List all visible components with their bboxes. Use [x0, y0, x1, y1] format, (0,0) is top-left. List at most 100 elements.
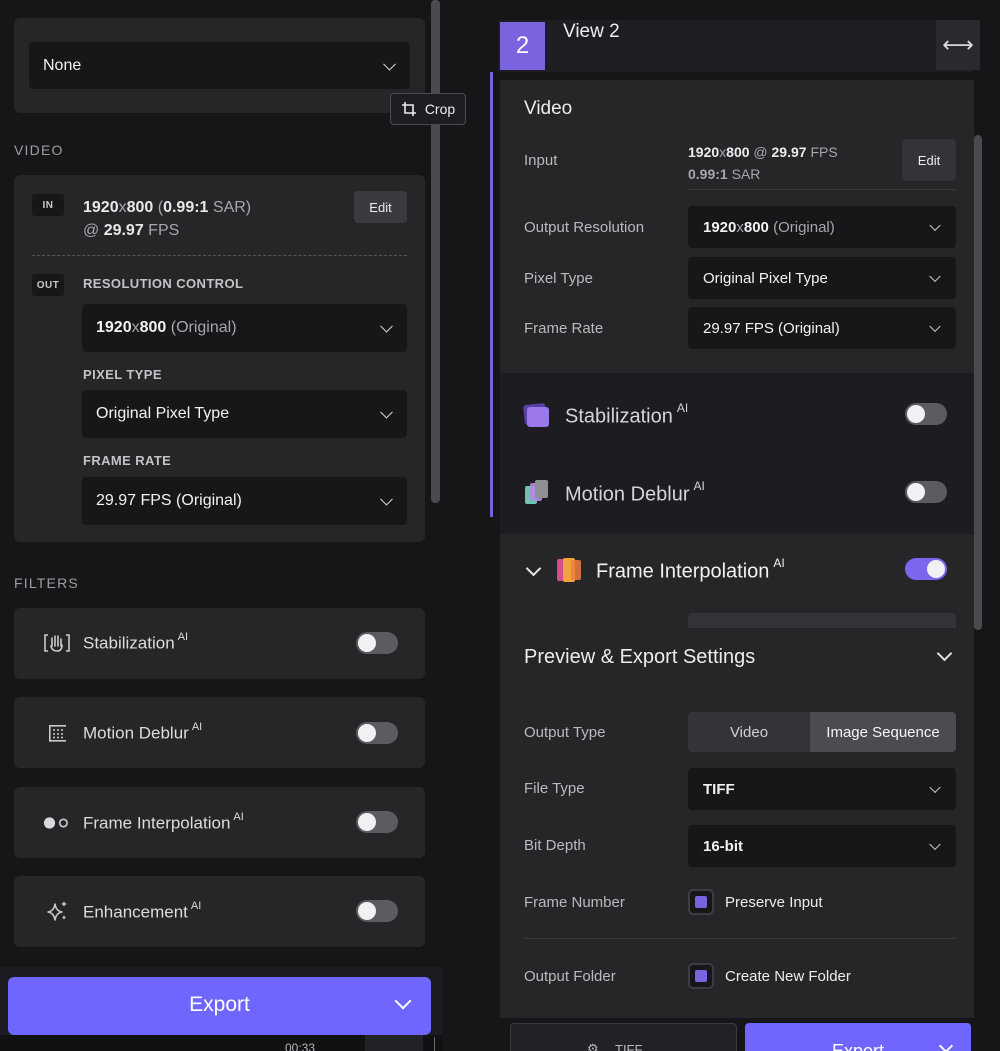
- export-button-right[interactable]: Export: [745, 1023, 971, 1051]
- input-fps-at: @: [749, 144, 772, 160]
- ai-badge: AI: [676, 401, 689, 415]
- output-x: x: [736, 218, 744, 236]
- output-type-label: Output Type: [524, 724, 606, 741]
- filter-name: Enhancement AI: [83, 900, 202, 923]
- output-type-image-sequence[interactable]: Image Sequence: [810, 712, 956, 752]
- export-button-label: Export: [189, 993, 250, 1016]
- frame-rate-dropdown[interactable]: 29.97 FPS (Original): [82, 477, 407, 525]
- view-accent-line: [490, 72, 493, 517]
- input-sar: 0.99:1: [688, 166, 728, 182]
- filter-label: Motion Deblur: [565, 483, 690, 506]
- right-scrollbar[interactable]: [974, 135, 982, 630]
- chevron-down-icon: [929, 270, 941, 283]
- output-type-video[interactable]: Video: [688, 712, 810, 752]
- resolution-value: 1920x800 (Original): [96, 319, 237, 337]
- stabilization-app-icon: [523, 403, 549, 427]
- export-label: Export: [831, 1041, 885, 1051]
- frame-rate-dropdown[interactable]: 29.97 FPS (Original): [688, 307, 956, 349]
- ai-badge: AI: [233, 811, 244, 823]
- preserve-input-label: Preserve Input: [725, 894, 823, 911]
- filter-card-enhancement: Enhancement AI: [14, 876, 425, 947]
- input-fps-at: @: [83, 222, 104, 239]
- output-suffix: (Original): [768, 218, 835, 236]
- output-folder-label: Output Folder: [524, 968, 616, 985]
- export-button[interactable]: Export: [8, 977, 431, 1035]
- left-scrollbar[interactable]: [431, 0, 440, 503]
- resolution-suffix: (Original): [166, 319, 237, 336]
- preset-dropdown[interactable]: None: [29, 42, 410, 89]
- create-new-folder-checkbox[interactable]: [688, 963, 714, 989]
- filter-label: Stabilization: [565, 405, 673, 428]
- expand-icon[interactable]: ⟷: [936, 20, 980, 70]
- pixel-type-value: Original Pixel Type: [703, 269, 828, 287]
- sparkle-icon: [44, 898, 70, 924]
- input-width: 1920: [83, 199, 119, 216]
- preset-dropdown-value: None: [43, 56, 82, 74]
- filter-label: Motion Deblur: [83, 723, 189, 743]
- filter-name: Stabilization AI: [565, 401, 689, 429]
- create-new-folder-label: Create New Folder: [725, 968, 851, 985]
- frame-interpolation-toggle[interactable]: [905, 558, 947, 580]
- resolution-dropdown[interactable]: 1920x800 (Original): [82, 304, 407, 352]
- stabilization-toggle[interactable]: [356, 632, 398, 654]
- file-type-value: TIFF: [703, 780, 735, 798]
- input-fps: 29.97: [771, 144, 807, 160]
- input-height: 800: [126, 199, 154, 216]
- stabilization-toggle[interactable]: [905, 403, 947, 425]
- filter-name: Motion Deblur AI: [565, 479, 705, 507]
- input-sar-unit: SAR): [208, 199, 252, 216]
- timeline-time: 00:33: [285, 1041, 316, 1051]
- timeline-playhead[interactable]: [434, 1037, 435, 1051]
- input-fps-unit: FPS: [143, 222, 180, 239]
- gear-icon: ⚙: [587, 1041, 599, 1051]
- frame-interpolation-app-icon: [557, 558, 581, 582]
- left-panel: None VIDEO IN 1920x800 (0.99:1 SAR) @ 29…: [0, 0, 443, 1051]
- frame-rate-value: 29.97 FPS (Original): [703, 319, 840, 337]
- video-section-heading: VIDEO: [14, 142, 64, 158]
- preset-card: None: [14, 18, 425, 113]
- enhancement-toggle[interactable]: [356, 900, 398, 922]
- partial-dropdown[interactable]: [688, 613, 956, 628]
- input-sar: 0.99:1: [163, 199, 209, 216]
- in-tag: IN: [32, 194, 64, 216]
- frame-interpolation-icon: [43, 810, 69, 836]
- ai-badge: AI: [693, 479, 705, 493]
- chevron-down-icon: [929, 781, 941, 794]
- frame-number-label: Frame Number: [524, 894, 625, 911]
- input-height: 800: [726, 144, 750, 160]
- filter-name: Frame Interpolation AI: [83, 811, 244, 834]
- pixel-type-dropdown[interactable]: Original Pixel Type: [688, 257, 956, 299]
- file-type-dropdown[interactable]: TIFF: [688, 768, 956, 810]
- filter-card-frame-interpolation: Frame Interpolation AI: [14, 787, 425, 858]
- output-resolution-dropdown[interactable]: 1920x800 (Original): [688, 206, 956, 248]
- crop-icon: [401, 102, 416, 116]
- format-button[interactable]: ⚙ TIFF: [510, 1023, 737, 1051]
- motion-deblur-toggle[interactable]: [905, 481, 947, 503]
- pixel-type-dropdown[interactable]: Original Pixel Type: [82, 390, 407, 438]
- filter-name: Motion Deblur AI: [83, 721, 202, 744]
- input-fps: 29.97: [103, 222, 144, 239]
- pixel-type-label: Pixel Type: [524, 270, 593, 287]
- timeline-block: [365, 1035, 423, 1051]
- bit-depth-value: 16-bit: [703, 837, 744, 855]
- ai-badge: AI: [190, 900, 202, 912]
- bit-depth-dropdown[interactable]: 16-bit: [688, 825, 956, 867]
- frame-rate-value: 29.97 FPS (Original): [96, 492, 242, 509]
- frame-interpolation-toggle[interactable]: [356, 811, 398, 833]
- edit-input-button[interactable]: Edit: [902, 139, 956, 181]
- motion-deblur-toggle[interactable]: [356, 722, 398, 744]
- edit-input-button[interactable]: Edit: [354, 191, 407, 223]
- preserve-input-checkbox[interactable]: [688, 889, 714, 915]
- output-type-segmented: Video Image Sequence: [688, 712, 956, 752]
- pixel-type-label: PIXEL TYPE: [83, 367, 162, 382]
- chevron-down-icon: [380, 319, 393, 333]
- crop-button[interactable]: Crop: [390, 93, 466, 125]
- divider: [688, 189, 956, 190]
- view-number-badge: 2: [500, 22, 545, 70]
- output-resolution-label: Output Resolution: [524, 219, 645, 236]
- pixel-type-value: Original Pixel Type: [96, 405, 230, 422]
- filters-section-heading: FILTERS: [14, 575, 79, 591]
- input-width: 1920: [688, 144, 720, 160]
- frame-rate-label: Frame Rate: [524, 320, 604, 337]
- resolution-control-label: RESOLUTION CONTROL: [83, 276, 244, 291]
